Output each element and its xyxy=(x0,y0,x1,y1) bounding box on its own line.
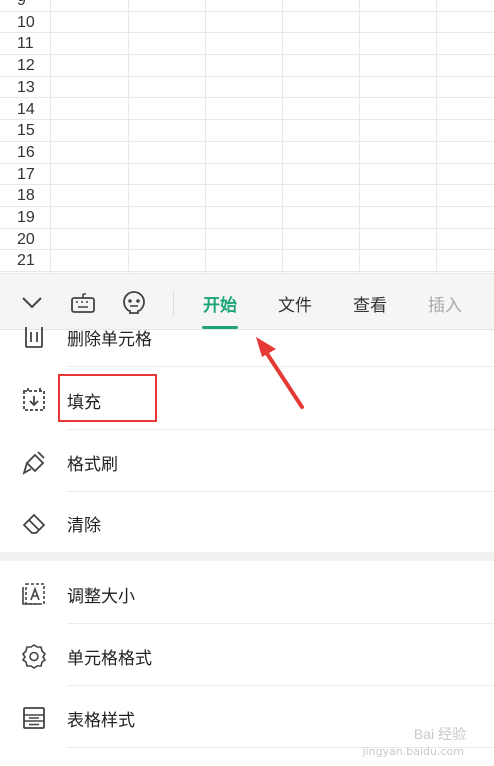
menu-item-clear[interactable]: 清除 xyxy=(0,492,494,553)
menu-item-label: 调整大小 xyxy=(67,587,135,607)
annotation-highlight-box xyxy=(58,374,157,422)
gear-icon xyxy=(20,642,48,670)
divider xyxy=(67,429,494,430)
row-number: 17 xyxy=(17,165,35,183)
table-row[interactable]: 12 xyxy=(0,55,494,77)
divider xyxy=(67,623,494,624)
annotation-arrow xyxy=(256,337,304,409)
menu-item-label: 格式刷 xyxy=(67,455,118,475)
format-brush-icon xyxy=(20,448,48,476)
row-number: 15 xyxy=(17,122,35,140)
table-row[interactable]: 19 xyxy=(0,207,494,229)
table-row[interactable]: 16 xyxy=(0,142,494,164)
table-row[interactable]: 20 xyxy=(0,229,494,251)
menu-item-resize[interactable]: 调整大小 xyxy=(0,563,494,624)
eraser-icon xyxy=(20,509,48,537)
table-row[interactable]: 15 xyxy=(0,120,494,142)
row-number: 13 xyxy=(17,78,35,96)
fill-down-icon xyxy=(20,386,48,414)
menu-item-label: 清除 xyxy=(67,516,101,536)
watermark-logo: Bai 经验 xyxy=(413,726,466,742)
row-number: 14 xyxy=(17,100,35,118)
menu-item-cell-format[interactable]: 单元格格式 xyxy=(0,625,494,686)
section-divider xyxy=(0,552,494,561)
trash-icon xyxy=(20,323,48,351)
menu-item-format-brush[interactable]: 格式刷 xyxy=(0,431,494,492)
table-row[interactable]: 11 xyxy=(0,33,494,56)
table-row[interactable]: 10 xyxy=(0,12,494,34)
row-number: 18 xyxy=(17,187,35,205)
table-row[interactable]: 13 xyxy=(0,77,494,99)
resize-icon xyxy=(20,580,48,608)
row-number: 9 xyxy=(17,0,26,9)
row-number: 12 xyxy=(17,57,35,75)
row-number: 16 xyxy=(17,143,35,161)
table-style-icon xyxy=(20,704,48,732)
table-row[interactable]: 9 xyxy=(0,0,494,12)
spreadsheet-grid[interactable]: 9 10 11 12 13 14 15 16 17 18 19 20 21 xyxy=(0,0,494,273)
table-row[interactable]: 21 xyxy=(0,250,494,273)
divider xyxy=(67,685,494,686)
table-row[interactable]: 18 xyxy=(0,185,494,207)
row-number: 10 xyxy=(17,13,35,31)
menu-item-label: 单元格格式 xyxy=(67,649,152,669)
menu-item-label: 表格样式 xyxy=(67,711,135,731)
row-number: 11 xyxy=(17,35,34,53)
menu-item-label: 删除单元格 xyxy=(67,330,152,350)
table-row[interactable]: 14 xyxy=(0,99,494,121)
row-number: 21 xyxy=(17,252,35,270)
watermark-url: jingyan.baidu.com xyxy=(362,745,464,758)
table-row[interactable]: 17 xyxy=(0,164,494,186)
row-number: 19 xyxy=(17,209,35,226)
row-number: 20 xyxy=(17,230,35,248)
menu-item-delete-cell[interactable]: 删除单元格 xyxy=(0,306,494,367)
